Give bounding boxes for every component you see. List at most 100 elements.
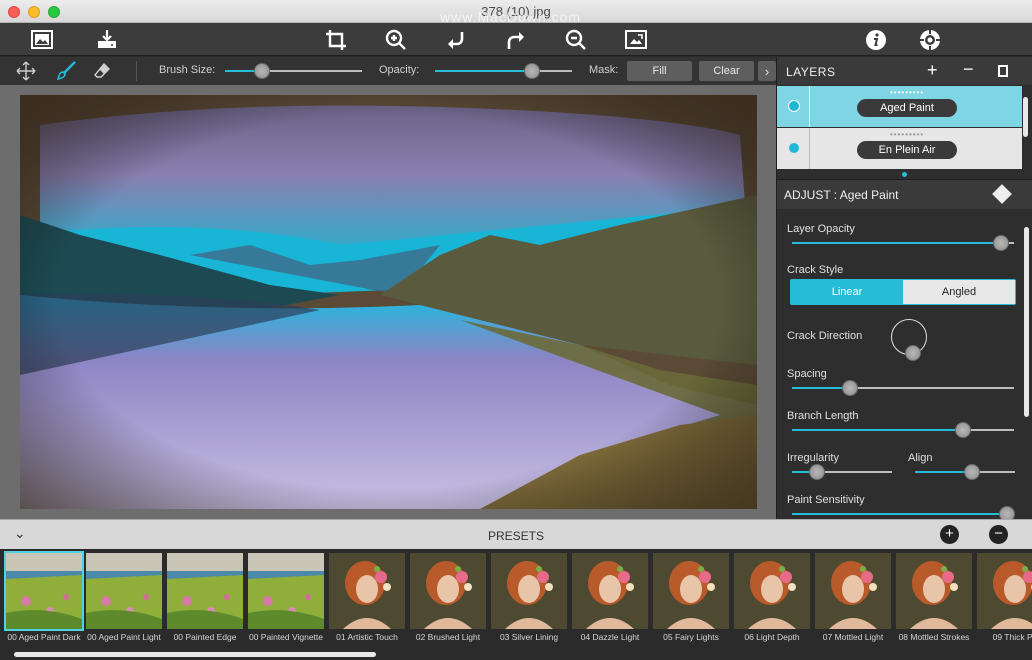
layers-scrollbar[interactable]: [1023, 97, 1028, 137]
save-icon[interactable]: [93, 26, 121, 54]
resize-handle-icon[interactable]: [902, 172, 907, 177]
layer-visibility-icon[interactable]: [788, 142, 800, 154]
slider-knob[interactable]: [842, 380, 858, 396]
preset-portrait-image: [734, 553, 810, 629]
drag-handle-icon[interactable]: •••••••••: [890, 130, 924, 139]
drag-handle-icon[interactable]: •••••••••: [890, 88, 924, 97]
preset-label: 07 Mottled Light: [822, 632, 884, 642]
chevron-right-icon[interactable]: ›: [758, 61, 776, 81]
info-icon[interactable]: [862, 26, 890, 54]
adjust-scrollbar[interactable]: [1024, 227, 1029, 417]
irregularity-slider[interactable]: [792, 464, 892, 480]
preset-thumbnail[interactable]: [815, 553, 891, 629]
brush-tool-icon[interactable]: [54, 59, 78, 83]
branch-length-slider[interactable]: [792, 422, 1014, 438]
branch-length-label: Branch Length: [787, 410, 859, 422]
layer-visibility-icon[interactable]: [788, 100, 800, 112]
randomize-dice-icon[interactable]: [992, 184, 1012, 204]
edited-photo[interactable]: [20, 95, 757, 509]
mask-label: Mask:: [589, 64, 619, 76]
presets-scrollbar[interactable]: [14, 652, 376, 657]
preset-portrait-image: [977, 553, 1032, 629]
preset-thumbnail[interactable]: [977, 553, 1032, 629]
open-image-icon[interactable]: [28, 26, 56, 54]
preset-label: 00 Aged Paint Light: [87, 632, 161, 642]
preset-label: 00 Painted Vignette: [248, 632, 324, 642]
preset-thumbnail[interactable]: [572, 553, 648, 629]
crack-style-segmented: Linear Angled: [790, 279, 1016, 305]
mask-fill-button[interactable]: Fill: [627, 61, 692, 81]
irregularity-label: Irregularity: [787, 452, 839, 464]
mask-clear-button[interactable]: Clear: [699, 61, 754, 81]
toolbar-separator: [136, 61, 137, 81]
preset-landscape-image: [86, 553, 162, 629]
preset-label: 06 Light Depth: [744, 632, 800, 642]
dial-knob[interactable]: [905, 345, 921, 361]
preset-thumbnail[interactable]: [329, 553, 405, 629]
preset-thumbnail[interactable]: [491, 553, 567, 629]
preset-thumbnail[interactable]: [896, 553, 972, 629]
brush-size-slider[interactable]: [225, 63, 362, 79]
duplicate-layer-icon[interactable]: [998, 65, 1008, 77]
slider-knob[interactable]: [964, 464, 980, 480]
canvas-area[interactable]: [0, 85, 776, 519]
eraser-tool-icon[interactable]: [90, 59, 114, 83]
preset-thumbnail[interactable]: [4, 551, 84, 631]
preset-portrait-image: [491, 553, 567, 629]
preset-thumbnail[interactable]: [167, 553, 243, 629]
add-preset-icon[interactable]: +: [940, 525, 959, 544]
crack-direction-dial[interactable]: [891, 319, 927, 361]
layer-divider: [809, 128, 810, 169]
preset-thumbnail[interactable]: [248, 553, 324, 629]
layer-item-aged-paint[interactable]: ••••••••• Aged Paint: [777, 86, 1022, 127]
layer-name: Aged Paint: [857, 99, 957, 117]
lake-painting: [20, 95, 757, 509]
preset-thumbnail[interactable]: [86, 553, 162, 629]
align-slider[interactable]: [915, 464, 1015, 480]
title-bar: 378 (10).jpg www.MacDown.com: [0, 0, 1032, 25]
slider-knob[interactable]: [254, 63, 270, 79]
crack-style-linear[interactable]: Linear: [791, 280, 903, 304]
preset-thumbnail[interactable]: [653, 553, 729, 629]
crop-icon[interactable]: [322, 26, 350, 54]
paint-sensitivity-label: Paint Sensitivity: [787, 494, 865, 506]
slider-knob[interactable]: [809, 464, 825, 480]
layer-item-en-plein-air[interactable]: ••••••••• En Plein Air: [777, 128, 1022, 169]
zoom-in-icon[interactable]: [382, 26, 410, 54]
opacity-slider[interactable]: [435, 63, 572, 79]
slider-knob[interactable]: [955, 422, 971, 438]
right-panel: LAYERS + − ••••••••• Aged Paint ••••••••…: [776, 57, 1032, 522]
preset-portrait-image: [572, 553, 648, 629]
preset-thumbnail[interactable]: [734, 553, 810, 629]
brush-options-bar: Brush Size: Opacity: Mask: Fill Clear ›: [0, 57, 776, 85]
align-label: Align: [908, 452, 933, 464]
undo-icon[interactable]: [442, 26, 470, 54]
preset-label: 02 Brushed Light: [415, 632, 481, 642]
preset-label: 08 Mottled Strokes: [898, 632, 970, 642]
preset-thumbnail[interactable]: [410, 553, 486, 629]
preset-label: 03 Silver Lining: [499, 632, 559, 642]
preset-portrait-image: [815, 553, 891, 629]
layer-name: En Plein Air: [857, 141, 957, 159]
move-tool-icon[interactable]: [14, 59, 38, 83]
redo-icon[interactable]: [502, 26, 530, 54]
paint-sensitivity-slider[interactable]: [792, 506, 1015, 522]
remove-layer-icon[interactable]: −: [963, 59, 974, 80]
preset-portrait-image: [653, 553, 729, 629]
settings-icon[interactable]: [916, 26, 944, 54]
zoom-out-icon[interactable]: [562, 26, 590, 54]
slider-knob[interactable]: [524, 63, 540, 79]
layer-opacity-slider[interactable]: [792, 235, 1014, 251]
spacing-slider[interactable]: [792, 380, 1014, 396]
preset-landscape-image: [248, 553, 324, 629]
remove-preset-icon[interactable]: −: [989, 525, 1008, 544]
preset-label: 01 Artistic Touch: [336, 632, 398, 642]
add-layer-icon[interactable]: +: [927, 60, 938, 81]
layers-title: LAYERS: [786, 65, 836, 79]
layer-opacity-label: Layer Opacity: [787, 223, 855, 235]
preset-label: 04 Dazzle Light: [580, 632, 640, 642]
opacity-label: Opacity:: [379, 64, 420, 76]
fit-icon[interactable]: [622, 26, 650, 54]
crack-style-angled[interactable]: Angled: [903, 280, 1015, 304]
slider-knob[interactable]: [993, 235, 1009, 251]
